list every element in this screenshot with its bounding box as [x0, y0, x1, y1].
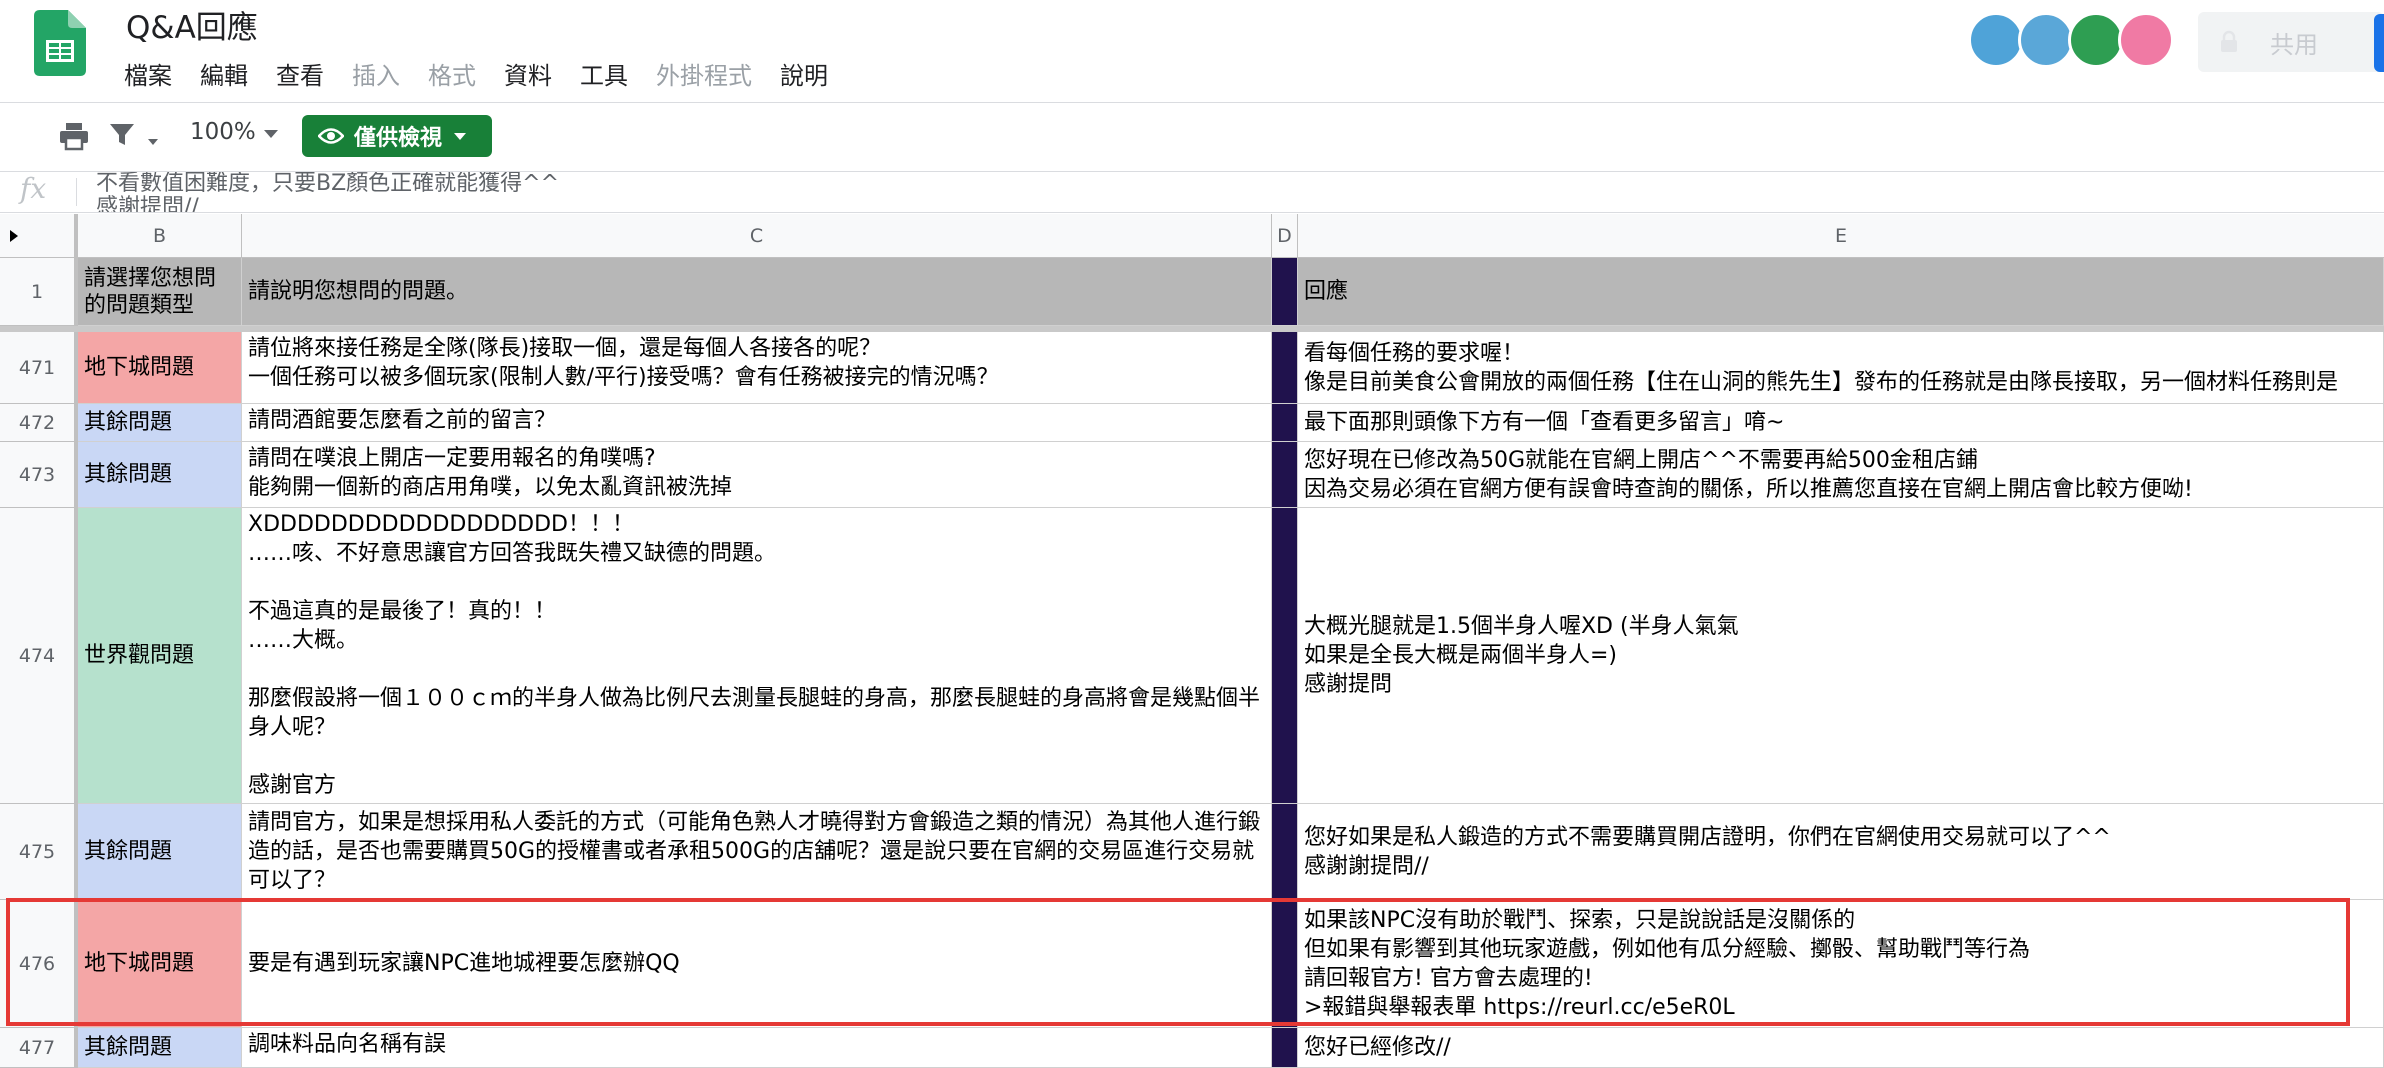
category-cell[interactable]: 其餘問題 [78, 804, 242, 900]
document-title[interactable]: Q&A回應 [126, 2, 258, 47]
question-cell[interactable]: 調味料品向名稱有誤 [242, 1028, 1272, 1068]
view-only-button[interactable]: 僅供檢視 [302, 115, 492, 157]
expand-columns-icon[interactable] [10, 230, 18, 242]
lion-avatar-icon[interactable] [2068, 12, 2124, 68]
column-header-b[interactable]: B [78, 214, 242, 258]
spacer-cell[interactable] [1272, 332, 1298, 404]
menu-item[interactable]: 插入 [352, 56, 400, 91]
cake-avatar-icon[interactable] [2118, 12, 2174, 68]
spacer-cell[interactable] [1272, 804, 1298, 900]
question-cell[interactable]: 請問在噗浪上開店一定要用報名的角噗嗎? 能夠開一個新的商店用角噗，以免太亂資訊被… [242, 442, 1272, 508]
question-cell[interactable]: 請位將來接任務是全隊(隊長)接取一個，還是每個人各接各的呢？ 一個任務可以被多個… [242, 332, 1272, 404]
header-cell-d[interactable] [1272, 258, 1298, 326]
header-cell-answer[interactable]: 回應 [1298, 258, 2384, 326]
row-header-1[interactable]: 1 [0, 258, 78, 326]
column-header-e[interactable]: E [1298, 214, 2384, 258]
question-cell[interactable]: XDDDDDDDDDDDDDDDDDD！！！ ……咳、不好意思讓官方回答我既失禮… [242, 508, 1272, 804]
column-header-c[interactable]: C [242, 214, 1272, 258]
highlight-box [6, 898, 2350, 1026]
header-cell-type[interactable]: 請選擇您想問的問題類型 [78, 258, 242, 326]
category-cell[interactable]: 世界觀問題 [78, 508, 242, 804]
google-sheets-logo-icon[interactable] [34, 10, 86, 76]
row-header[interactable]: 474 [0, 508, 78, 804]
header-cell-question[interactable]: 請說明您想問的問題。 [242, 258, 1272, 326]
formula-separator [76, 178, 77, 206]
chevron-down-icon [454, 132, 467, 140]
spacer-cell[interactable] [1272, 404, 1298, 442]
share-label: 共用 [2270, 30, 2318, 59]
spacer-cell[interactable] [1272, 442, 1298, 508]
answer-cell[interactable]: 您好現在已修改為50G就能在官網上開店^^不需要再給500金租店鋪 因為交易必須… [1298, 442, 2384, 508]
spacer-cell[interactable] [1272, 1028, 1298, 1068]
menu-item[interactable]: 檔案 [124, 56, 172, 91]
row-header[interactable]: 472 [0, 404, 78, 442]
share-button[interactable]: 共用 [2198, 12, 2384, 72]
row-header[interactable]: 477 [0, 1028, 78, 1068]
menu-item[interactable]: 格式 [428, 56, 476, 91]
answer-cell[interactable]: 您好如果是私人鍛造的方式不需要購買開店證明，你們在官網使用交易就可以了^^ 感謝… [1298, 804, 2384, 900]
menu-item[interactable]: 說明 [780, 56, 828, 91]
row-header[interactable]: 473 [0, 442, 78, 508]
zoom-dropdown-icon[interactable] [264, 130, 278, 138]
formula-input[interactable]: 不看數值困難度，只要BZ顏色正確就能獲得^^ 感謝提問// [96, 172, 559, 212]
question-cell[interactable]: 請問官方，如果是想採用私人委託的方式（可能角色熟人才曉得對方會鍛造之類的情況）為… [242, 804, 1272, 900]
spacer-cell[interactable] [1272, 508, 1298, 804]
filter-dropdown-icon[interactable] [148, 139, 158, 145]
view-only-label: 僅供檢視 [354, 126, 443, 151]
account-button-edge[interactable] [2374, 14, 2384, 72]
answer-cell[interactable]: 最下面那則頭像下方有一個「查看更多留言」唷~ [1298, 404, 2384, 442]
answer-cell[interactable]: 大概光腿就是1.5個半身人喔XD (半身人氣氣 如果是全長大概是兩個半身人=) … [1298, 508, 2384, 804]
eye-icon [318, 128, 344, 144]
row-header[interactable]: 475 [0, 804, 78, 900]
collaborator-avatars [1968, 12, 2174, 68]
column-header-d[interactable]: D [1272, 214, 1298, 258]
app-header: Q&A回應 檔案 編輯 查看 插入 格式 資料 工具 外掛程式 說明 共用 [0, 0, 2384, 103]
select-all-corner[interactable] [0, 214, 78, 258]
lock-icon [2221, 30, 2237, 52]
fx-icon: fx [20, 172, 47, 205]
menu-bar: 檔案 編輯 查看 插入 格式 資料 工具 外掛程式 說明 [124, 56, 856, 91]
category-cell[interactable]: 其餘問題 [78, 404, 242, 442]
toolbar: 100% 僅供檢視 [0, 103, 2384, 172]
dog-avatar-icon[interactable] [2018, 12, 2074, 68]
question-cell[interactable]: 請問酒館要怎麼看之前的留言？ [242, 404, 1272, 442]
answer-cell[interactable]: 您好已經修改// [1298, 1028, 2384, 1068]
answer-cell[interactable]: 看每個任務的要求喔！ 像是目前美食公會開放的兩個任務【住在山洞的熊先生】發布的任… [1298, 332, 2384, 404]
menu-item[interactable]: 編輯 [200, 56, 248, 91]
row-header[interactable]: 471 [0, 332, 78, 404]
print-icon[interactable] [58, 121, 90, 151]
menu-item[interactable]: 外掛程式 [656, 56, 752, 91]
category-cell[interactable]: 其餘問題 [78, 1028, 242, 1068]
zoom-select[interactable]: 100% [190, 119, 256, 145]
filter-icon[interactable] [108, 121, 136, 149]
menu-item[interactable]: 查看 [276, 56, 324, 91]
panda-avatar-icon[interactable] [1968, 12, 2024, 68]
menu-item[interactable]: 工具 [580, 56, 628, 91]
category-cell[interactable]: 其餘問題 [78, 442, 242, 508]
category-cell[interactable]: 地下城問題 [78, 332, 242, 404]
menu-item[interactable]: 資料 [504, 56, 552, 91]
formula-bar: fx 不看數值困難度，只要BZ顏色正確就能獲得^^ 感謝提問// [0, 172, 2384, 213]
